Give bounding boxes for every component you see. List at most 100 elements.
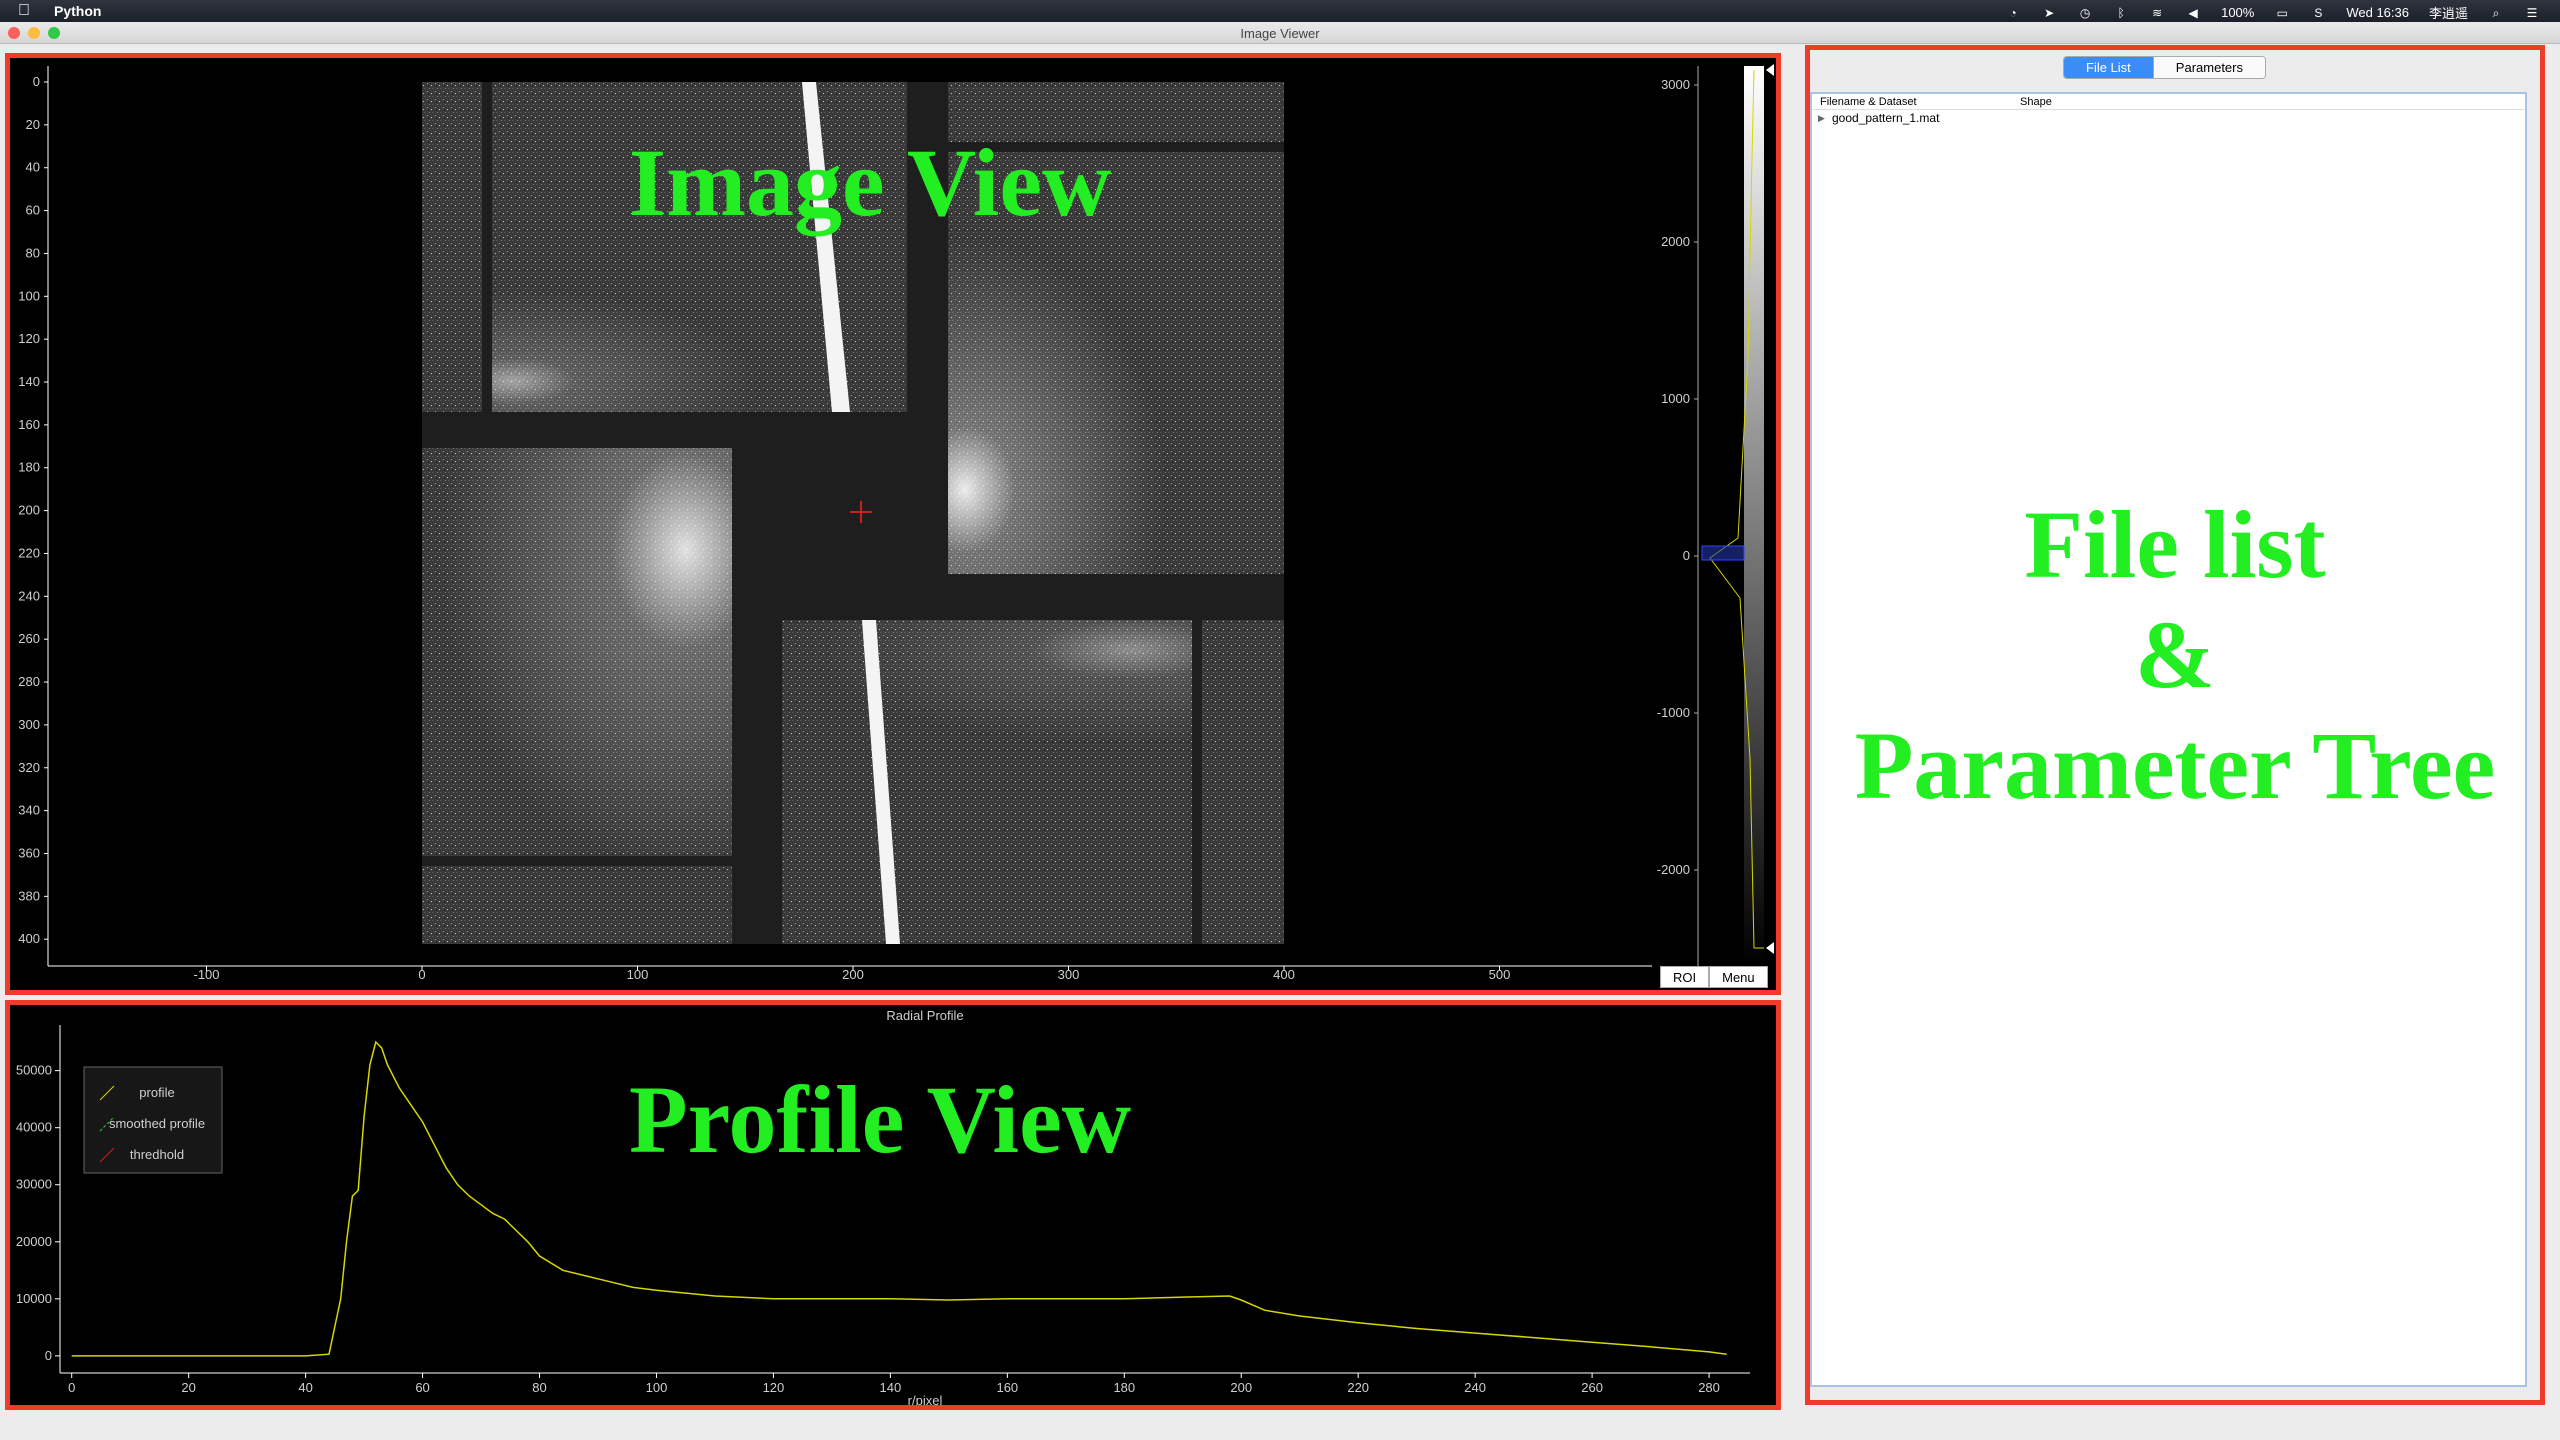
image-view-label: Image View [628, 129, 1112, 236]
lut-max-handle[interactable] [1766, 64, 1774, 76]
apple-icon[interactable]:  [18, 3, 30, 19]
input-method-icon[interactable]: S [2310, 6, 2326, 20]
image-y-tick-label: 40 [26, 160, 40, 175]
image-y-tick-label: 240 [18, 588, 40, 603]
image-y-tick-label: 200 [18, 503, 40, 518]
image-view-panel[interactable]: 0 20 40 60 80 100 120 140 160 180 200 220 240 260 280 3… [10, 58, 1776, 990]
profile-x-tick-label: 120 [763, 1380, 785, 1395]
tab-parameters[interactable]: Parameters [2152, 57, 2265, 78]
search-icon[interactable]: ⌕ [2488, 6, 2504, 20]
volume-icon[interactable]: ◀ [2185, 6, 2201, 20]
profile-x-tick-label: 240 [1464, 1380, 1486, 1395]
horizontal-splitter[interactable] [10, 993, 1776, 1001]
histogram-region[interactable] [1701, 545, 1745, 561]
image-x-tick-label: 100 [627, 967, 649, 982]
histogram-tick-label: 0 [1683, 548, 1690, 563]
profile-x-label: r/pixel [908, 1393, 943, 1405]
image-y-tick-label: 300 [18, 717, 40, 732]
send-icon[interactable]: ➤ [2041, 6, 2057, 20]
user-menu[interactable]: 李逍遥 [2429, 3, 2468, 22]
image-y-tick-label: 160 [18, 417, 40, 432]
image-y-tick-label: 400 [18, 931, 40, 946]
profile-x-tick-label: 180 [1113, 1380, 1135, 1395]
image-y-tick-label: 180 [18, 460, 40, 475]
time-machine-icon[interactable]: ◷ [2077, 6, 2093, 20]
gradient-bar[interactable] [1744, 66, 1764, 966]
image-y-tick-label: 380 [18, 888, 40, 903]
file-name: good_pattern_1.mat [1832, 111, 1940, 125]
image-y-tick-label: 120 [18, 331, 40, 346]
roi-button[interactable]: ROI [1660, 966, 1710, 988]
chart-legend[interactable]: profile smoothed profile thredhold [83, 1066, 223, 1174]
wifi-icon[interactable]: ≋ [2149, 6, 2165, 20]
notification-center-icon[interactable]: ☰ [2524, 6, 2540, 20]
profile-y-tick-label: 10000 [16, 1291, 52, 1306]
image-x-tick-label: 200 [842, 967, 864, 982]
profile-x-tick-label: 60 [415, 1380, 429, 1395]
column-filename[interactable]: Filename & Dataset [1820, 96, 2020, 108]
profile-y-tick-label: 50000 [16, 1063, 52, 1078]
image-y-tick-label: 340 [18, 803, 40, 818]
histogram-tick-label: 1000 [1661, 391, 1690, 406]
image-y-tick-label: 20 [26, 117, 40, 132]
battery-percent: 100% [2221, 5, 2255, 20]
image-y-tick-label: 320 [18, 760, 40, 775]
lut-min-handle[interactable] [1766, 942, 1774, 954]
column-shape[interactable]: Shape [2020, 96, 2052, 108]
expand-arrow-icon[interactable]: ▶ [1818, 113, 1832, 124]
vertical-splitter[interactable] [1784, 50, 1790, 1440]
window-title: Image Viewer [1240, 26, 1320, 41]
histogram-tick-label: 2000 [1661, 234, 1690, 249]
profile-view-label: Profile View [628, 1066, 1132, 1173]
profile-y-tick-label: 0 [45, 1348, 52, 1363]
profile-y-tick-label: 30000 [16, 1177, 52, 1192]
tree-row-file[interactable]: ▶ good_pattern_1.mat [1812, 110, 2525, 126]
menubar:  Python ◔ ➤ ◷ ᛒ ≋ ◀ 100% ▭ S Wed 16:36 … [0, 0, 2560, 22]
image-y-tick-label: 280 [18, 674, 40, 689]
menu-button[interactable]: Menu [1709, 966, 1768, 988]
profile-x-tick-label: 260 [1581, 1380, 1603, 1395]
roi-menu-buttons: ROI Menu [1660, 966, 1768, 988]
histogram-tick-label: -1000 [1657, 705, 1690, 720]
image-y-tick-label: 360 [18, 845, 40, 860]
image-x-tick-label: 500 [1489, 967, 1511, 982]
profile-y-tick-label: 40000 [16, 1120, 52, 1135]
bluetooth-icon[interactable]: ᛒ [2113, 6, 2129, 20]
file-list-label: File list & Parameter Tree [1805, 490, 2545, 821]
histogram-tick-label: -2000 [1657, 862, 1690, 877]
image-y-tick-label: 100 [18, 288, 40, 303]
image-x-tick-label: -100 [193, 967, 219, 982]
profile-x-tick-label: 160 [996, 1380, 1018, 1395]
legend-item-label: profile [139, 1085, 174, 1100]
tree-header: Filename & Dataset Shape [1812, 94, 2525, 110]
clock[interactable]: Wed 16:36 [2346, 5, 2409, 20]
file-list-label-line1: File list [2024, 491, 2326, 598]
profile-x-tick-label: 80 [532, 1380, 546, 1395]
window-titlebar[interactable]: Image Viewer [0, 22, 2560, 44]
file-parameter-panel: File List Parameters Filename & Dataset … [1805, 50, 2545, 1395]
profile-view-panel[interactable]: Radial Profile 0 10000 20000 30000 40000 50000… [10, 1005, 1776, 1408]
image-x-tick-label: 400 [1273, 967, 1295, 982]
legend-item-label: thredhold [130, 1147, 184, 1162]
profile-x-tick-label: 20 [181, 1380, 195, 1395]
file-list-label-line2: & [2135, 601, 2215, 709]
profile-x-tick-label: 40 [298, 1380, 312, 1395]
app-menu[interactable]: Python [54, 3, 101, 19]
profile-x-tick-label: 200 [1230, 1380, 1252, 1395]
histogram-lut[interactable] [1697, 64, 1774, 966]
file-list-label-line3: Parameter Tree [1854, 711, 2496, 819]
tab-file-list[interactable]: File List [2064, 57, 2153, 78]
profile-y-tick-label: 20000 [16, 1234, 52, 1249]
chat-icon[interactable]: ◔ [2005, 6, 2021, 20]
image-y-tick-label: 220 [18, 545, 40, 560]
profile-x-tick-label: 220 [1347, 1380, 1369, 1395]
image-x-tick-label: 0 [418, 967, 425, 982]
chart-title: Radial Profile [886, 1008, 963, 1023]
image-y-tick-label: 260 [18, 631, 40, 646]
battery-icon[interactable]: ▭ [2274, 6, 2290, 20]
profile-x-tick-label: 0 [68, 1380, 75, 1395]
image-y-tick-label: 60 [26, 203, 40, 218]
status-bar [0, 1420, 2560, 1440]
histogram-tick-label: 3000 [1661, 77, 1690, 92]
image-y-tick-label: 0 [33, 74, 40, 89]
